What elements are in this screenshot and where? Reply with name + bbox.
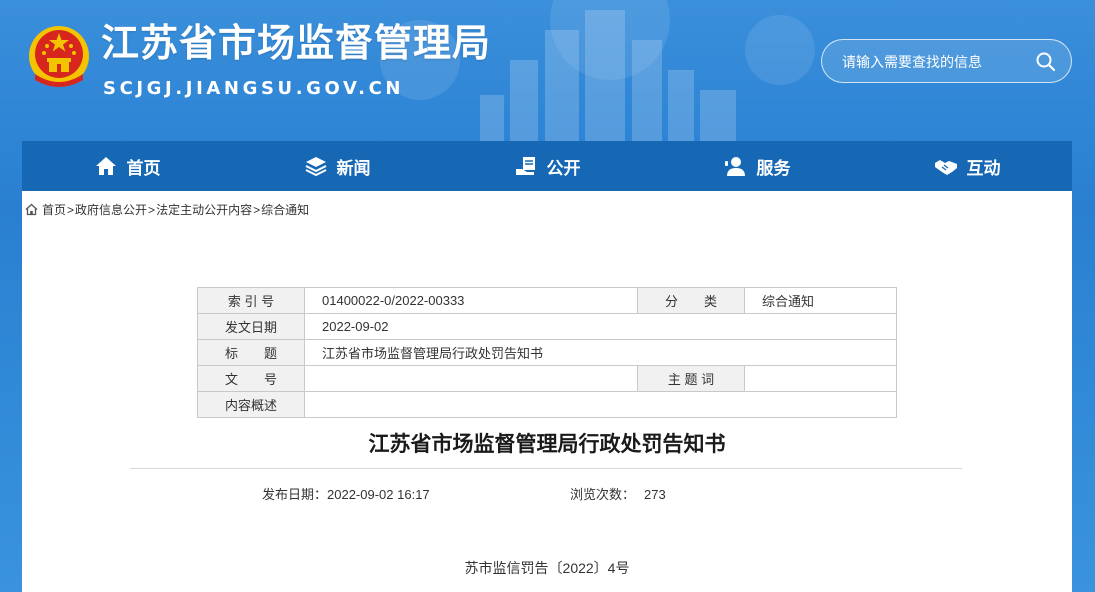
document-metadata-table: 索 引 号 01400022-0/2022-00333 分 类 综合通知 发文日… xyxy=(197,287,897,418)
handshake-icon xyxy=(934,160,957,175)
document-number: 苏市监信罚告〔2022〕4号 xyxy=(464,560,630,576)
search-icon[interactable] xyxy=(1035,51,1057,73)
nav-item-label: 公开 xyxy=(546,158,581,179)
breadcrumb-home[interactable]: 首页 xyxy=(42,201,66,218)
national-emblem-logo xyxy=(29,26,89,87)
view-count-label: 浏览次数： xyxy=(570,487,636,502)
main-content: 首页 > 政府信息公开 > 法定主动公开内容 > 综合通知 索 引 号 0140… xyxy=(22,191,1072,592)
title-label: 标 题 xyxy=(197,339,305,366)
publish-date-value: 2022-09-02 16:17 xyxy=(327,487,430,502)
search-input[interactable] xyxy=(842,51,1032,73)
hand-document-icon xyxy=(515,157,535,175)
divider xyxy=(130,468,962,469)
category-label: 分 类 xyxy=(637,287,745,314)
date-label: 发文日期 xyxy=(197,313,305,340)
table-row: 发文日期 2022-09-02 xyxy=(197,313,897,340)
main-nav: 首页 新闻 公开 服务 互动 xyxy=(22,141,1072,191)
nav-item-label: 新闻 xyxy=(336,158,371,179)
nav-item-service[interactable]: 服务 xyxy=(652,141,862,191)
user-service-icon xyxy=(724,157,745,176)
nav-item-label: 首页 xyxy=(126,158,161,179)
site-title: 江苏省市场监督管理局 xyxy=(101,21,492,65)
subject-label: 主 题 词 xyxy=(637,365,745,392)
breadcrumb-statutory[interactable]: 法定主动公开内容 xyxy=(156,201,252,218)
doc-number-label: 文 号 xyxy=(197,365,305,392)
nav-item-label: 互动 xyxy=(966,158,1001,179)
nav-item-home[interactable]: 首页 xyxy=(22,141,232,191)
category-value: 综合通知 xyxy=(744,287,897,314)
table-row: 标 题 江苏省市场监督管理局行政处罚告知书 xyxy=(197,339,897,366)
breadcrumb: 首页 > 政府信息公开 > 法定主动公开内容 > 综合通知 xyxy=(25,201,309,218)
home-icon xyxy=(95,157,116,175)
breadcrumb-separator: > xyxy=(148,202,156,217)
publish-date: 发布日期：2022-09-02 16:17 xyxy=(262,484,430,503)
index-value: 01400022-0/2022-00333 xyxy=(304,287,638,314)
table-row: 文 号 主 题 词 xyxy=(197,365,897,392)
doc-number-value xyxy=(304,365,638,392)
breadcrumb-general-notice[interactable]: 综合通知 xyxy=(261,201,309,218)
date-value: 2022-09-02 xyxy=(304,313,897,340)
nav-item-news[interactable]: 新闻 xyxy=(232,141,442,191)
site-domain: SCJGJ.JIANGSU.GOV.CN xyxy=(103,78,405,99)
publish-date-label: 发布日期： xyxy=(262,487,328,502)
breadcrumb-separator: > xyxy=(67,202,75,217)
title-value: 江苏省市场监督管理局行政处罚告知书 xyxy=(304,339,897,366)
subject-value xyxy=(744,365,897,392)
breadcrumb-separator: > xyxy=(253,202,261,217)
article-title: 江苏省市场监督管理局行政处罚告知书 xyxy=(368,432,726,456)
search-box xyxy=(821,39,1072,83)
nav-item-label: 服务 xyxy=(756,158,791,179)
table-row: 内容概述 xyxy=(197,391,897,418)
nav-item-interaction[interactable]: 互动 xyxy=(862,141,1072,191)
home-icon xyxy=(25,203,38,216)
summary-value xyxy=(304,391,897,418)
layers-icon xyxy=(305,157,326,177)
summary-label: 内容概述 xyxy=(197,391,305,418)
view-count-value: 273 xyxy=(644,487,666,502)
view-count: 浏览次数： 273 xyxy=(570,484,666,503)
breadcrumb-gov-info[interactable]: 政府信息公开 xyxy=(75,201,147,218)
nav-item-open[interactable]: 公开 xyxy=(442,141,652,191)
index-label: 索 引 号 xyxy=(197,287,305,314)
table-row: 索 引 号 01400022-0/2022-00333 分 类 综合通知 xyxy=(197,287,897,314)
